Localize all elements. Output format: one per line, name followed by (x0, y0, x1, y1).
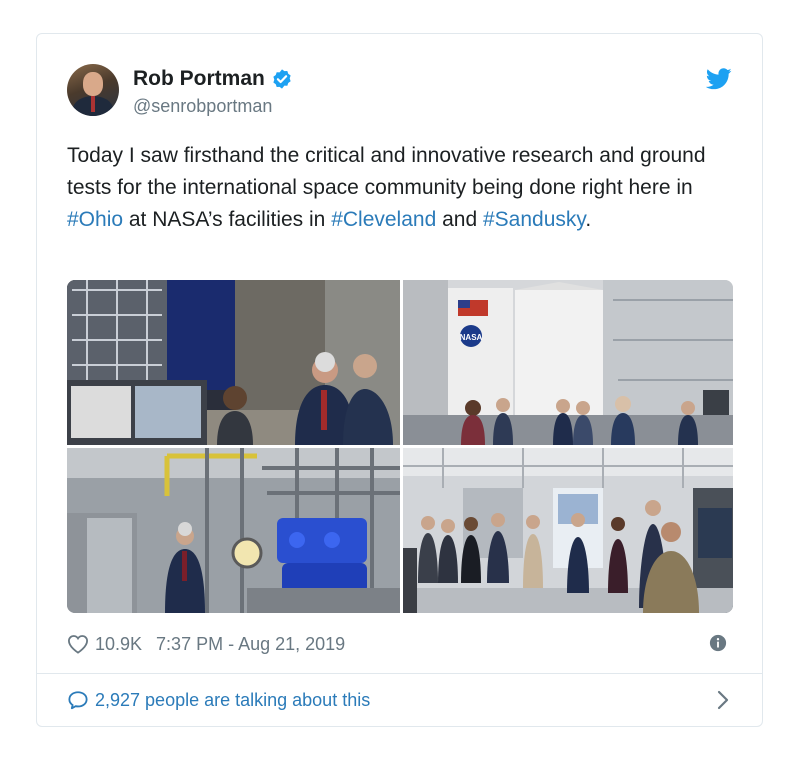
avatar-tie (91, 96, 95, 112)
verified-badge-icon (273, 69, 291, 89)
heart-icon[interactable] (67, 634, 89, 654)
photo-4-image (403, 448, 733, 613)
conversation-count[interactable]: 2,927 people are talking about this (95, 690, 370, 711)
tweet-text-part: . (585, 208, 592, 231)
hashtag-cleveland[interactable]: #Cleveland (331, 208, 436, 231)
hashtag-ohio[interactable]: #Ohio (67, 208, 123, 231)
photo-1[interactable] (67, 280, 400, 445)
photo-1-image (67, 280, 400, 445)
photo-3[interactable] (67, 448, 400, 613)
nasa-logo-text: NASA (460, 333, 483, 342)
conversation-link[interactable]: 2,927 people are talking about this (67, 686, 733, 714)
speech-bubble-icon (68, 691, 88, 710)
hashtag-sandusky[interactable]: #Sandusky (483, 208, 585, 231)
tweet-text-part: and (436, 208, 483, 231)
photo-2-image: NASA (403, 280, 733, 445)
info-icon[interactable] (709, 634, 727, 652)
like-count[interactable]: 10.9K (95, 634, 142, 655)
author-name[interactable]: Rob Portman (133, 67, 265, 91)
tweet-text-part: at NASA’s facilities in (123, 208, 332, 231)
author-name-row[interactable]: Rob Portman (133, 67, 293, 91)
photo-2[interactable]: NASA (403, 280, 733, 445)
avatar-face (83, 72, 103, 96)
twitter-bird-icon[interactable] (706, 68, 732, 90)
tweet-text-part: Today I saw firsthand the critical and i… (67, 144, 706, 199)
author-handle[interactable]: @senrobportman (133, 96, 272, 117)
tweet-timestamp[interactable]: 7:37 PM - Aug 21, 2019 (156, 634, 345, 655)
photo-3-image (67, 448, 400, 613)
photo-4[interactable] (403, 448, 733, 613)
tweet-text: Today I saw firsthand the critical and i… (67, 140, 727, 236)
chevron-right-icon[interactable] (717, 690, 729, 710)
tweet-card: Rob Portman @senrobportman Today I saw f… (36, 33, 763, 727)
divider (37, 673, 762, 674)
photo-grid: NASA (67, 280, 733, 613)
author-avatar[interactable] (67, 64, 119, 116)
tweet-meta-row: 10.9K 7:37 PM - Aug 21, 2019 (67, 630, 733, 658)
